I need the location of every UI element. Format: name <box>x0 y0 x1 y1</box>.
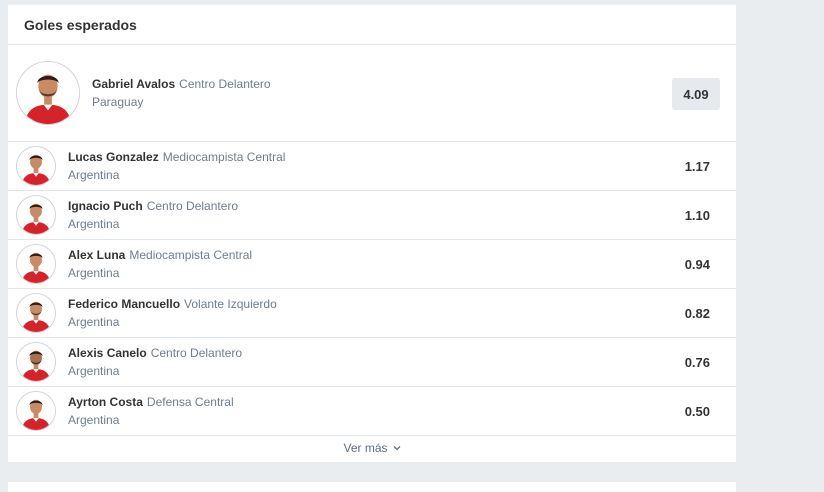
player-position: Volante Izquierdo <box>184 297 277 311</box>
player-value: 1.17 <box>684 159 710 174</box>
player-country: Argentina <box>68 413 120 427</box>
top-player-row[interactable]: Gabriel Avalos Centro Delantero Paraguay … <box>8 45 736 142</box>
player-country: Argentina <box>68 364 120 378</box>
player-value: 0.82 <box>684 306 710 321</box>
player-photo-icon <box>17 147 55 185</box>
player-photo-icon <box>17 245 55 283</box>
player-row[interactable]: Ignacio Puch Centro Delantero Argentina 1… <box>8 191 736 240</box>
player-country: Argentina <box>68 266 120 280</box>
top-player-value: 4.09 <box>672 78 720 110</box>
card-header: Goles esperados <box>8 5 736 45</box>
player-avatar[interactable] <box>16 146 56 186</box>
player-info: Gabriel Avalos Centro Delantero Paraguay <box>92 75 271 111</box>
player-photo-icon <box>17 294 55 332</box>
player-row[interactable]: Federico Mancuello Volante Izquierdo Arge… <box>8 289 736 338</box>
player-row[interactable]: Alexis Canelo Centro Delantero Argentina … <box>8 338 736 387</box>
player-avatar[interactable] <box>16 244 56 284</box>
player-name[interactable]: Lucas Gonzalez <box>68 150 159 164</box>
player-position: Mediocampista Central <box>129 248 253 262</box>
player-photo-icon <box>17 62 79 124</box>
player-avatar[interactable] <box>16 195 56 235</box>
player-avatar[interactable] <box>16 61 80 125</box>
player-name[interactable]: Gabriel Avalos <box>92 77 175 91</box>
player-avatar[interactable] <box>16 293 56 333</box>
player-info: Lucas Gonzalez Mediocampista Central Arge… <box>68 148 285 184</box>
player-position: Defensa Central <box>146 395 234 409</box>
player-position: Centro Delantero <box>179 77 271 91</box>
player-country: Argentina <box>68 217 120 231</box>
player-name[interactable]: Alex Luna <box>68 248 125 262</box>
player-position: Centro Delantero <box>146 199 239 213</box>
player-avatar[interactable] <box>16 342 56 382</box>
expected-goals-card: Goles esperados Gabriel Avalos Centro Del… <box>8 5 736 462</box>
player-photo-icon <box>17 392 55 430</box>
player-position: Centro Delantero <box>150 346 243 360</box>
see-more-button[interactable]: Ver más <box>8 436 736 460</box>
player-value: 1.10 <box>684 208 710 223</box>
player-info: Ayrton Costa Defensa Central Argentina <box>68 393 234 429</box>
player-value: 0.50 <box>684 404 710 419</box>
player-row[interactable]: Ayrton Costa Defensa Central Argentina 0.… <box>8 387 736 436</box>
player-position: Mediocampista Central <box>162 150 286 164</box>
player-name[interactable]: Alexis Canelo <box>68 346 147 360</box>
player-name[interactable]: Federico Mancuello <box>68 297 180 311</box>
page: Goles esperados Gabriel Avalos Centro Del… <box>0 0 824 492</box>
player-info: Alexis Canelo Centro Delantero Argentina <box>68 344 242 380</box>
player-name[interactable]: Ayrton Costa <box>68 395 143 409</box>
player-info: Alex Luna Mediocampista Central Argentina <box>68 246 252 282</box>
player-info: Federico Mancuello Volante Izquierdo Arge… <box>68 295 277 331</box>
player-photo-icon <box>17 343 55 381</box>
player-name[interactable]: Ignacio Puch <box>68 199 143 213</box>
player-row[interactable]: Lucas Gonzalez Mediocampista Central Arge… <box>8 142 736 191</box>
player-value: 0.94 <box>684 257 710 272</box>
player-value: 0.76 <box>684 355 710 370</box>
next-card <box>8 482 736 492</box>
chevron-down-icon <box>393 445 401 451</box>
see-more-label: Ver más <box>343 441 388 455</box>
player-row[interactable]: Alex Luna Mediocampista Central Argentina… <box>8 240 736 289</box>
player-info: Ignacio Puch Centro Delantero Argentina <box>68 197 238 233</box>
player-photo-icon <box>17 196 55 234</box>
card-title: Goles esperados <box>24 16 137 33</box>
player-country: Argentina <box>68 168 120 182</box>
player-country: Argentina <box>68 315 120 329</box>
player-country: Paraguay <box>92 95 144 109</box>
player-avatar[interactable] <box>16 391 56 431</box>
